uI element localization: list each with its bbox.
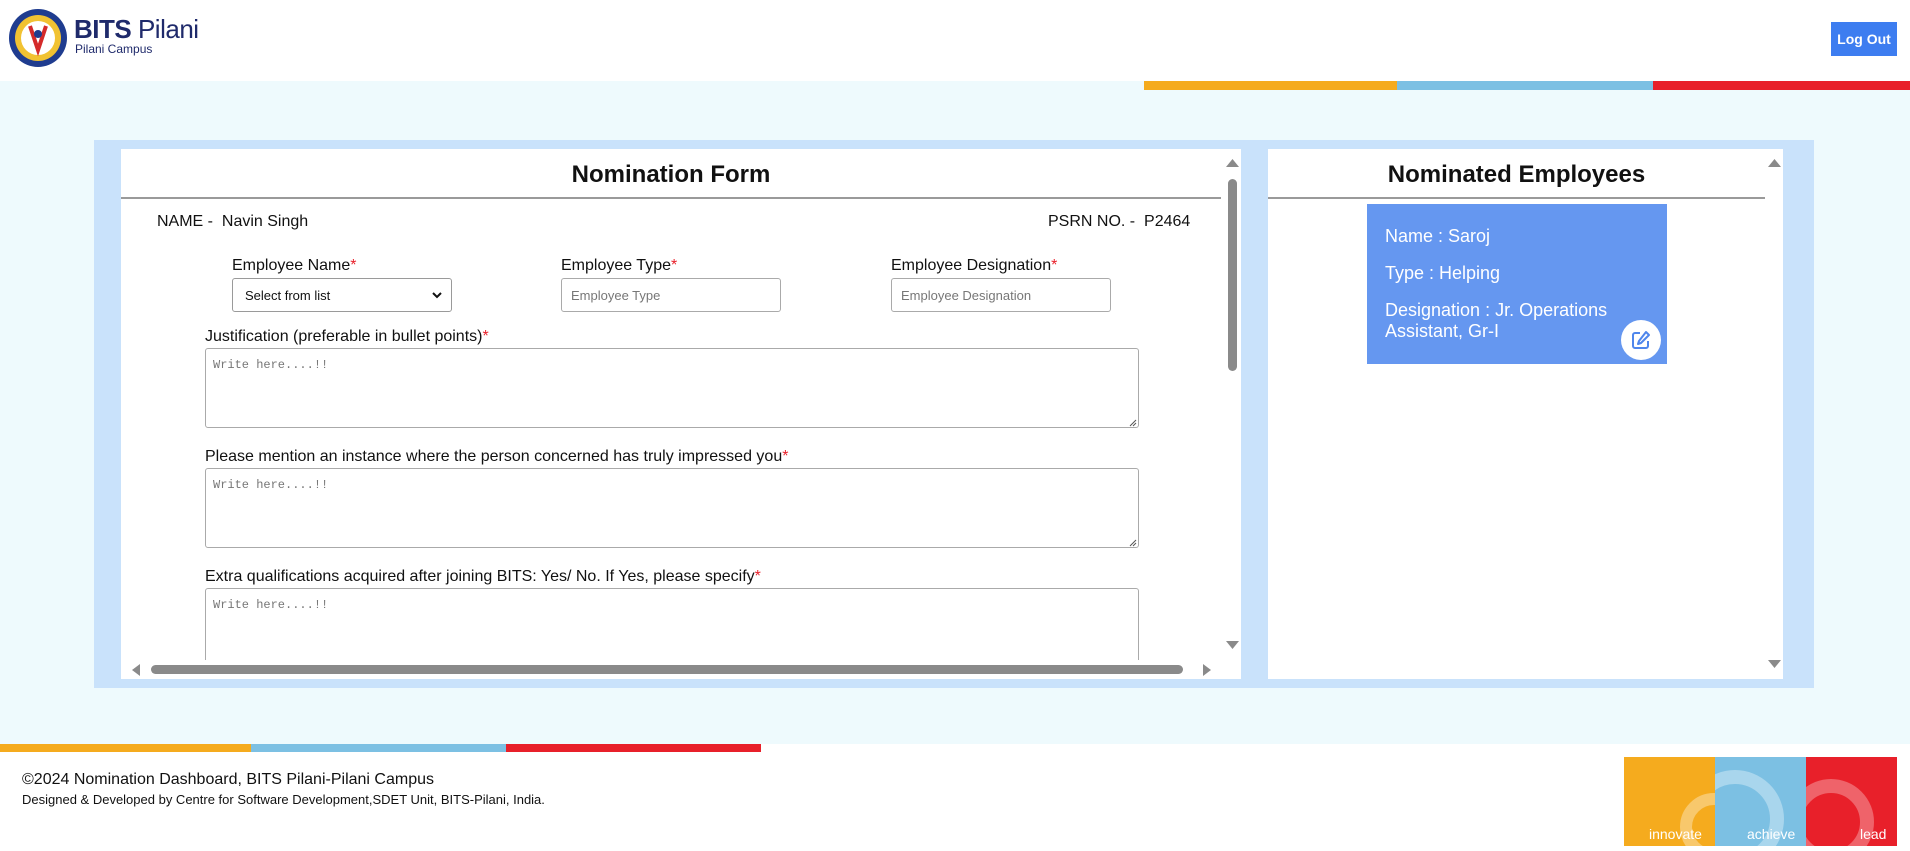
header-stripe-red [1653, 81, 1910, 90]
edit-icon [1632, 331, 1650, 349]
vertical-scroll-thumb[interactable] [1228, 179, 1237, 371]
employee-name-label: Employee Name* [232, 257, 357, 274]
employee-designation-label: Employee Designation* [891, 257, 1058, 274]
horizontal-scrollbar[interactable] [121, 660, 1224, 679]
resize-grip-icon[interactable] [1127, 537, 1137, 547]
form-title: Nomination Form [571, 161, 771, 188]
resize-grip-icon[interactable] [1127, 417, 1137, 427]
qualifications-textarea[interactable] [205, 588, 1139, 668]
footer-stripe-red [506, 744, 761, 752]
horizontal-scroll-thumb[interactable] [151, 665, 1183, 674]
header-stripe-yellow [1144, 81, 1397, 90]
achieve-label: achieve [1747, 826, 1796, 842]
lead-label: lead [1860, 826, 1887, 842]
employee-type-input[interactable] [561, 278, 781, 312]
scroll-right-icon[interactable] [1202, 664, 1212, 676]
scroll-left-icon[interactable] [131, 664, 141, 676]
vertical-scrollbar[interactable] [1224, 149, 1241, 660]
employee-type-label: Employee Type* [561, 257, 678, 274]
justification-label: Justification (preferable in bullet poin… [205, 328, 489, 345]
header: BITS Pilani Pilani Campus Log Out [0, 0, 1910, 81]
innovate-label: innovate [1649, 826, 1702, 842]
nomination-form-panel: Nomination Form NAME - Navin Singh PSRN … [121, 149, 1241, 679]
scroll-down-icon[interactable] [1768, 659, 1781, 669]
lead-tile: lead [1806, 757, 1897, 846]
scroll-down-icon[interactable] [1226, 640, 1239, 650]
chevron-down-icon [432, 292, 442, 299]
nominated-title: Nominated Employees [1387, 161, 1646, 188]
brand-subtitle: Pilani Campus [75, 42, 153, 56]
employee-card-name: Name : Saroj [1385, 226, 1491, 246]
edit-employee-button[interactable] [1621, 320, 1661, 360]
header-stripe-blue [1397, 81, 1653, 90]
name-info: NAME - Navin Singh [157, 213, 309, 230]
employee-card-type: Type : Helping [1385, 263, 1501, 283]
footer-stripe-yellow [0, 744, 251, 752]
bits-pilani-logo [9, 9, 67, 67]
logout-button[interactable]: Log Out [1831, 22, 1897, 56]
brand-title: BITS Pilani [74, 14, 199, 44]
scroll-up-icon[interactable] [1768, 158, 1781, 168]
innovate-tile: innovate [1624, 757, 1715, 846]
employee-name-select[interactable]: Select from list [232, 278, 452, 312]
nominated-vertical-scrollbar[interactable] [1766, 149, 1783, 679]
employee-card-designation: Designation : Jr. Operations Assistant, … [1385, 300, 1608, 341]
psrn-info: PSRN NO. - P2464 [1048, 213, 1191, 230]
footer-stripe-blue [251, 744, 506, 752]
employee-card: Name : Saroj Type : Helping Designation … [1367, 204, 1667, 364]
justification-textarea[interactable] [205, 348, 1139, 428]
instance-label: Please mention an instance where the per… [205, 448, 789, 465]
employee-designation-input[interactable] [891, 278, 1111, 312]
footer-credit: Designed & Developed by Centre for Softw… [22, 792, 545, 807]
nominated-title-divider [1268, 197, 1765, 199]
footer-copyright: ©2024 Nomination Dashboard, BITS Pilani-… [22, 771, 434, 788]
instance-textarea[interactable] [205, 468, 1139, 548]
name-value: Navin Singh [221, 213, 309, 230]
psrn-value: P2464 [1144, 213, 1191, 230]
achieve-tile: achieve [1715, 757, 1806, 846]
form-title-divider [121, 197, 1221, 199]
qualifications-label: Extra qualifications acquired after join… [205, 568, 761, 585]
scroll-up-icon[interactable] [1226, 158, 1239, 168]
